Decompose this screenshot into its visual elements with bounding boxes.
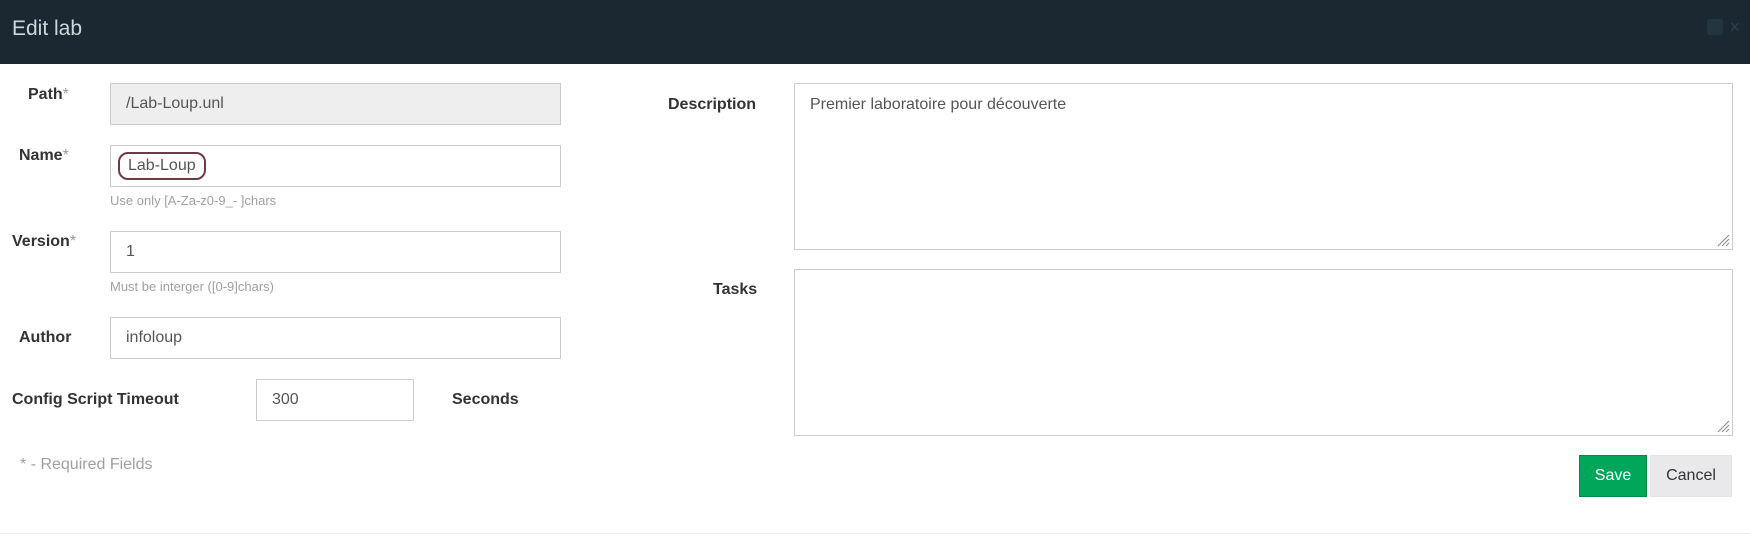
author-value: infoloup — [126, 329, 183, 346]
path-label: Path* — [28, 86, 69, 104]
required-mark: * — [62, 86, 69, 103]
window-controls: × — [1707, 18, 1740, 36]
version-input[interactable]: 1 — [110, 231, 561, 273]
description-label: Description — [668, 96, 757, 113]
version-value: 1 — [126, 243, 135, 260]
name-value: Lab-Loup — [118, 152, 206, 180]
name-label-text: Name — [19, 147, 63, 164]
resize-handle-icon[interactable] — [1716, 419, 1730, 433]
save-button[interactable]: Save — [1579, 455, 1647, 497]
timeout-value: 300 — [272, 391, 299, 408]
timeout-input[interactable]: 300 — [256, 379, 414, 421]
version-help-text: Must be interger ([0-9]chars) — [110, 279, 275, 294]
modal-header: Edit lab × — [0, 0, 1750, 64]
version-label-text: Version — [12, 233, 70, 250]
timeout-unit-label: Seconds — [452, 391, 519, 408]
minimize-icon[interactable] — [1707, 19, 1724, 35]
timeout-label: Config Script Timeout — [12, 391, 179, 408]
name-input[interactable]: Lab-Loup — [110, 145, 561, 187]
modal-bottom-border — [0, 533, 1750, 534]
description-value: Premier laboratoire pour découverte — [810, 96, 1067, 113]
path-value: /Lab-Loup.unl — [126, 95, 224, 112]
required-mark: * — [69, 233, 77, 250]
tasks-label: Tasks — [713, 281, 758, 298]
name-help-text: Use only [A-Za-z0-9_- ]chars — [110, 193, 277, 208]
required-fields-note: * - Required Fields — [20, 456, 153, 473]
required-mark: * — [62, 147, 69, 164]
edit-lab-form: Path* /Lab-Loup.unl Name* Lab-Loup Use o… — [0, 64, 1750, 534]
resize-handle-icon[interactable] — [1716, 233, 1730, 247]
tasks-textarea[interactable] — [794, 269, 1733, 436]
author-label: Author — [19, 329, 72, 346]
close-icon[interactable]: × — [1729, 18, 1740, 36]
version-label: Version* — [12, 233, 76, 251]
cancel-button[interactable]: Cancel — [1650, 455, 1732, 497]
modal-title: Edit lab — [12, 17, 83, 40]
name-label: Name* — [19, 147, 69, 165]
description-textarea[interactable]: Premier laboratoire pour découverte — [794, 83, 1733, 250]
author-input[interactable]: infoloup — [110, 317, 561, 359]
path-field[interactable]: /Lab-Loup.unl — [110, 83, 561, 125]
path-label-text: Path — [28, 86, 63, 103]
